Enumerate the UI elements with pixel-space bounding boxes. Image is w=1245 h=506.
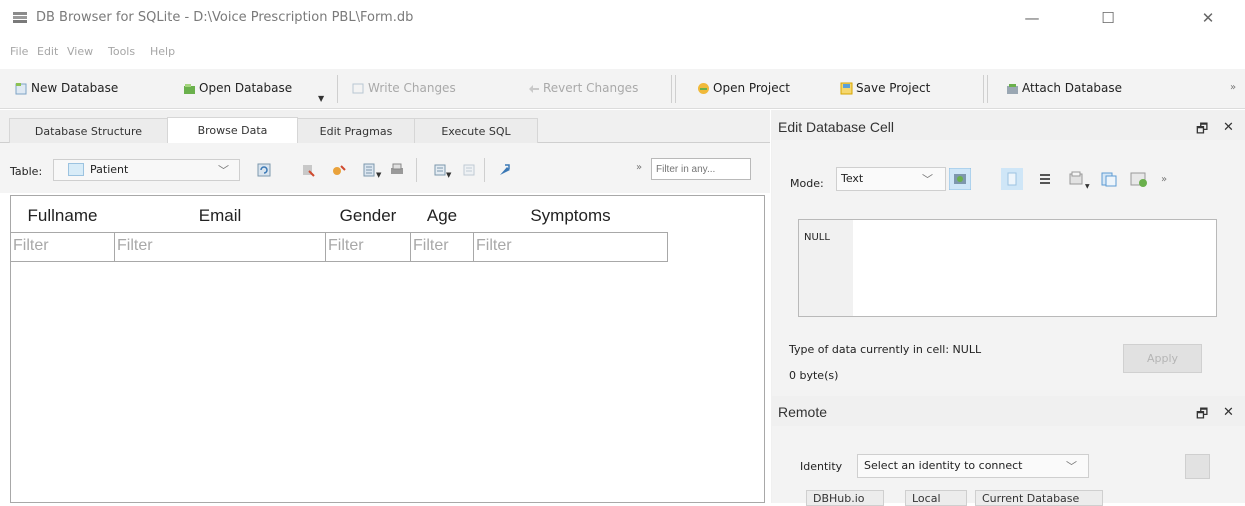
edit-cell-overflow-button[interactable]: » xyxy=(1161,174,1167,185)
new-database-button[interactable]: New Database xyxy=(15,77,118,99)
write-changes-icon xyxy=(352,83,364,93)
filter-age-input[interactable]: Filter xyxy=(410,232,474,262)
open-database-button[interactable]: Open Database xyxy=(183,77,292,99)
save-view-dropdown-icon[interactable]: ▼ xyxy=(376,171,381,179)
save-project-button[interactable]: Save Project xyxy=(840,77,930,99)
mode-label: Mode: xyxy=(790,177,824,190)
identity-select-value: Select an identity to connect xyxy=(864,459,1023,472)
set-as-null-icon[interactable] xyxy=(1128,168,1150,190)
new-database-icon xyxy=(15,82,27,94)
remote-float-icon[interactable]: 🗗 xyxy=(1196,405,1208,427)
export-file-icon[interactable] xyxy=(1098,168,1120,190)
identity-label: Identity xyxy=(800,460,843,473)
menu-file[interactable]: File xyxy=(10,45,28,58)
write-changes-label: Write Changes xyxy=(368,81,456,95)
clear-sorting-icon[interactable] xyxy=(331,162,347,178)
cell-type-info: Type of data currently in cell: NULL xyxy=(789,343,982,356)
save-project-label: Save Project xyxy=(856,81,931,95)
maximize-button[interactable]: ☐ xyxy=(1093,6,1123,30)
mode-select-value: Text xyxy=(841,172,864,185)
chevron-down-icon: ﹀ xyxy=(218,164,229,177)
open-database-dropdown-icon[interactable]: ▼ xyxy=(318,94,324,103)
title-bar: DB Browser for SQLite - D:\Voice Prescri… xyxy=(0,0,1245,36)
column-header-email[interactable]: Email xyxy=(115,201,325,231)
toolbar-separator xyxy=(987,75,988,103)
cell-editor[interactable] xyxy=(798,219,1217,317)
table-label: Table: xyxy=(10,165,43,178)
auto-format-icon[interactable] xyxy=(949,168,971,190)
remote-close-icon[interactable]: ✕ xyxy=(1223,405,1234,420)
open-project-button[interactable]: Open Project xyxy=(697,77,790,99)
save-project-icon xyxy=(840,82,853,94)
table-icon xyxy=(68,163,84,176)
filter-any-column-input[interactable] xyxy=(651,158,751,180)
browse-toolbar-overflow-button[interactable]: » xyxy=(636,162,642,173)
write-changes-button[interactable]: Write Changes xyxy=(352,77,456,99)
column-header-symptoms[interactable]: Symptoms xyxy=(474,201,667,231)
remote-tab-local[interactable]: Local xyxy=(905,490,967,506)
word-wrap-icon[interactable] xyxy=(1001,168,1023,190)
minimize-button[interactable]: — xyxy=(1017,6,1047,30)
filter-email-input[interactable]: Filter xyxy=(114,232,326,262)
identity-settings-button[interactable] xyxy=(1185,454,1210,479)
tab-database-structure[interactable]: Database Structure xyxy=(9,118,168,143)
chevron-down-icon: ﹀ xyxy=(1066,460,1077,473)
tab-edit-pragmas[interactable]: Edit Pragmas xyxy=(297,118,415,143)
database-app-icon xyxy=(13,12,27,23)
attach-database-button[interactable]: Attach Database xyxy=(1006,77,1122,99)
toolbar-separator xyxy=(337,75,338,103)
edit-cell-float-icon[interactable]: 🗗 xyxy=(1196,120,1208,142)
table-select-value: Patient xyxy=(90,163,129,176)
delete-record-icon[interactable] xyxy=(462,162,478,178)
auto-switch-mode-icon[interactable] xyxy=(1034,168,1056,190)
toolbar-separator xyxy=(671,75,672,103)
toolbar-separator xyxy=(416,158,417,182)
print-icon[interactable] xyxy=(389,162,405,178)
edit-cell-close-icon[interactable]: ✕ xyxy=(1223,120,1234,135)
revert-changes-button[interactable]: Revert Changes xyxy=(527,77,638,99)
refresh-icon[interactable] xyxy=(256,162,272,178)
insert-record-dropdown-icon[interactable]: ▼ xyxy=(446,171,451,179)
open-database-label: Open Database xyxy=(199,81,293,95)
open-database-icon xyxy=(184,83,195,94)
column-header-gender[interactable]: Gender xyxy=(326,201,410,231)
attach-database-label: Attach Database xyxy=(1022,81,1123,95)
clear-filters-icon[interactable] xyxy=(300,162,316,178)
toolbar-separator xyxy=(983,75,984,103)
tab-browse-data[interactable]: Browse Data xyxy=(167,117,298,143)
menu-view[interactable]: View xyxy=(67,45,93,58)
open-project-label: Open Project xyxy=(713,81,790,95)
new-database-label: New Database xyxy=(31,81,119,95)
filter-fullname-input[interactable]: Filter xyxy=(10,232,115,262)
revert-changes-icon xyxy=(529,84,539,93)
toolbar-separator xyxy=(675,75,676,103)
tab-execute-sql[interactable]: Execute SQL xyxy=(414,118,538,143)
chevron-down-icon: ﹀ xyxy=(922,173,933,186)
apply-button[interactable]: Apply xyxy=(1123,344,1202,373)
menu-edit[interactable]: Edit xyxy=(37,45,58,58)
open-project-icon xyxy=(698,82,709,94)
column-header-fullname[interactable]: Fullname xyxy=(11,201,114,231)
close-button[interactable]: ✕ xyxy=(1193,6,1223,30)
cell-size-info: 0 byte(s) xyxy=(789,369,839,382)
filter-symptoms-input[interactable]: Filter xyxy=(473,232,668,262)
cell-value-text[interactable]: NULL xyxy=(804,232,830,243)
attach-database-icon xyxy=(1007,83,1018,94)
filter-gender-input[interactable]: Filter xyxy=(325,232,411,262)
import-dropdown-icon[interactable]: ▼ xyxy=(1085,183,1090,190)
menu-tools[interactable]: Tools xyxy=(108,45,135,58)
menu-help[interactable]: Help xyxy=(150,45,175,58)
toolbar-overflow-button[interactable]: » xyxy=(1230,82,1236,93)
window-title: DB Browser for SQLite - D:\Voice Prescri… xyxy=(36,10,414,25)
revert-changes-label: Revert Changes xyxy=(543,81,639,95)
column-header-age[interactable]: Age xyxy=(411,201,473,231)
toolbar-separator xyxy=(484,158,485,182)
remote-tab-current-database[interactable]: Current Database xyxy=(975,490,1103,506)
remote-tab-dbhub[interactable]: DBHub.io xyxy=(806,490,884,506)
go-to-record-icon[interactable] xyxy=(497,162,513,178)
